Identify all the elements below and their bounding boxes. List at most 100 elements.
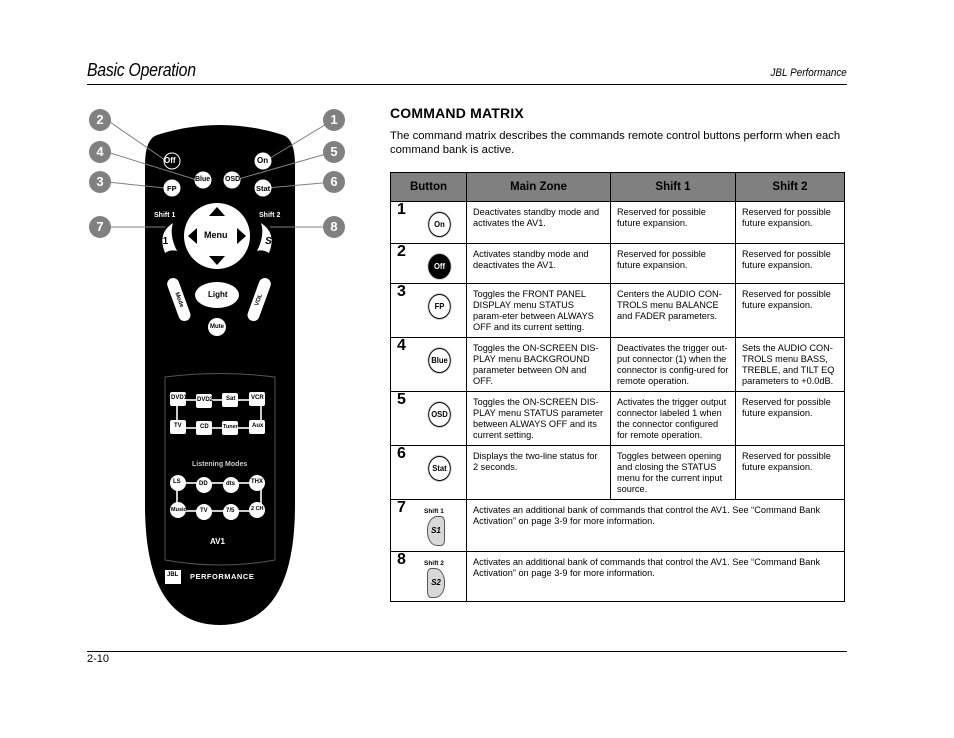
mode-ls: LS — [173, 479, 181, 485]
brand-line: PERFORMANCE — [190, 572, 255, 581]
table-row: 1 On Deactivates standby mode and activat… — [390, 201, 845, 244]
callout-5: 5 — [323, 141, 345, 163]
stat-button-icon: Stat — [428, 456, 451, 481]
remote-stat-label: Stat — [256, 184, 271, 193]
remote-menu-label: Menu — [204, 230, 228, 240]
header-main-zone: Main Zone — [466, 172, 611, 202]
button-cell: 7 Shift 1 S1 — [390, 499, 467, 552]
source-vcr: VCR — [251, 395, 264, 401]
remote-off-label: Off — [164, 156, 176, 165]
zone-label: AV1 — [210, 537, 225, 546]
table-row: 5 OSD Toggles the ON-SCREEN DIS-PLAY menu… — [390, 391, 845, 446]
row-number: 7 — [397, 499, 406, 516]
row-number: 3 — [397, 283, 406, 300]
mode-7-5: 7/5 — [226, 508, 235, 514]
table-row: 6 Stat Displays the two-line status for 2… — [390, 445, 845, 500]
shift2-cell: Reserved for possible future expansion. — [735, 201, 845, 244]
s2-button-icon: S2 — [427, 568, 445, 598]
shift1-cell: Activates the trigger output connector l… — [610, 391, 736, 446]
shift2-cell: Reserved for possible future expansion. — [735, 243, 845, 284]
blue-button-icon: Blue — [428, 348, 451, 373]
row-number: 5 — [397, 391, 406, 408]
source-dvd2: DVD2 — [197, 397, 214, 403]
source-dvd1: DVD1 — [171, 395, 188, 401]
main-zone-cell: Toggles the ON-SCREEN DIS-PLAY menu BACK… — [466, 337, 611, 392]
section-heading: COMMAND MATRIX — [390, 105, 524, 121]
shift1-cell: Toggles between opening and closing the … — [610, 445, 736, 500]
button-cell: 1 On — [390, 201, 467, 244]
shift1-cell: Centers the AUDIO CON-TROLS menu BALANCE… — [610, 283, 736, 338]
remote-body — [106, 119, 334, 625]
source-sat: Sat — [226, 396, 236, 402]
header-shift2: Shift 2 — [735, 172, 845, 202]
remote-blue-label: Blue — [195, 176, 211, 183]
source-aux: Aux — [252, 423, 264, 429]
mode-music: Music — [171, 507, 187, 513]
header-shift1: Shift 1 — [610, 172, 736, 202]
remote-s1-label: S1 — [156, 236, 169, 247]
source-cd: CD — [200, 424, 209, 430]
main-zone-cell: Toggles the FRONT PANEL DISPLAY menu STA… — [466, 283, 611, 338]
table-row: 4 Blue Toggles the ON-SCREEN DIS-PLAY men… — [390, 337, 845, 392]
table-row: 8 Shift 2 S2 Activates an additional bank … — [390, 551, 845, 602]
remote-shift1-label: Shift 1 — [154, 212, 176, 219]
description-cell: Activates an additional bank of commands… — [466, 499, 845, 552]
button-cell: 5 OSD — [390, 391, 467, 446]
shift2-cell: Reserved for possible future expansion. — [735, 391, 845, 446]
shift2-cell: Reserved for possible future expansion. — [735, 283, 845, 338]
main-zone-cell: Activates standby mode and deactivates t… — [466, 243, 611, 284]
main-zone-cell: Deactivates standby mode and activates t… — [466, 201, 611, 244]
remote-osd-label: OSD — [225, 176, 241, 183]
footer-rule — [87, 651, 847, 652]
remote-illustration: Off On Blue OSD FP Stat Shift 1 Shift 2 … — [85, 105, 355, 630]
remote-shift2-label: Shift 2 — [259, 212, 281, 219]
mode-dts: dts — [226, 481, 235, 487]
callout-3: 3 — [89, 171, 111, 193]
callout-7: 7 — [89, 216, 111, 238]
header-button: Button — [390, 172, 467, 202]
header-rule — [87, 84, 847, 85]
intro-paragraph: The command matrix describes the command… — [390, 130, 841, 156]
row-number: 1 — [397, 201, 406, 218]
mode-thx: THX — [251, 479, 263, 485]
off-button-icon: Off — [428, 254, 451, 279]
fp-button-icon: FP — [428, 294, 451, 319]
row-number: 8 — [397, 551, 406, 568]
page-section-title: Basic Operation — [87, 60, 196, 80]
mode-2ch: 2 CH — [251, 506, 264, 512]
callout-2: 2 — [89, 109, 111, 131]
remote-fp-label: FP — [167, 184, 177, 193]
table-header-row: Button Main Zone Shift 1 Shift 2 — [390, 172, 845, 202]
page-number: 2-10 — [87, 653, 110, 665]
remote-s2-label: S2 — [265, 236, 278, 247]
table-row: 3 FP Toggles the FRONT PANEL DISPLAY menu… — [390, 283, 845, 338]
osd-button-icon: OSD — [428, 402, 451, 427]
callout-8: 8 — [323, 216, 345, 238]
main-zone-cell: Toggles the ON-SCREEN DIS-PLAY menu STAT… — [466, 391, 611, 446]
callout-1: 1 — [323, 109, 345, 131]
command-matrix-table: Button Main Zone Shift 1 Shift 2 1 On Dea… — [390, 172, 845, 602]
source-tuner: Tuner — [223, 424, 238, 430]
s1-button-icon: S1 — [427, 516, 445, 546]
button-cell: 8 Shift 2 S2 — [390, 551, 467, 602]
callout-6: 6 — [323, 171, 345, 193]
table-row: 2 Off Activates standby mode and deactiva… — [390, 243, 845, 284]
mode-tv: TV — [200, 508, 208, 514]
callout-4: 4 — [89, 141, 111, 163]
shift2-cell: Sets the AUDIO CON-TROLS menu BASS, TREB… — [735, 337, 845, 392]
button-cell: 2 Off — [390, 243, 467, 284]
remote-on-label: On — [257, 156, 269, 165]
description-cell: Activates an additional bank of commands… — [466, 551, 845, 602]
button-cell: 6 Stat — [390, 445, 467, 500]
row-number: 6 — [397, 445, 406, 462]
mode-dd: DD — [199, 481, 208, 487]
button-cell: 3 FP — [390, 283, 467, 338]
remote-mute-label: Mute — [210, 324, 224, 330]
row-number: 2 — [397, 243, 406, 260]
remote-light-label: Light — [208, 290, 228, 299]
shift1-cell: Reserved for possible future expansion. — [610, 243, 736, 284]
listening-modes-label: Listening Modes — [192, 461, 248, 468]
table-row: 7 Shift 1 S1 Activates an additional bank … — [390, 499, 845, 552]
jbl-logo: JBL — [167, 572, 179, 578]
on-button-icon: On — [428, 212, 451, 237]
